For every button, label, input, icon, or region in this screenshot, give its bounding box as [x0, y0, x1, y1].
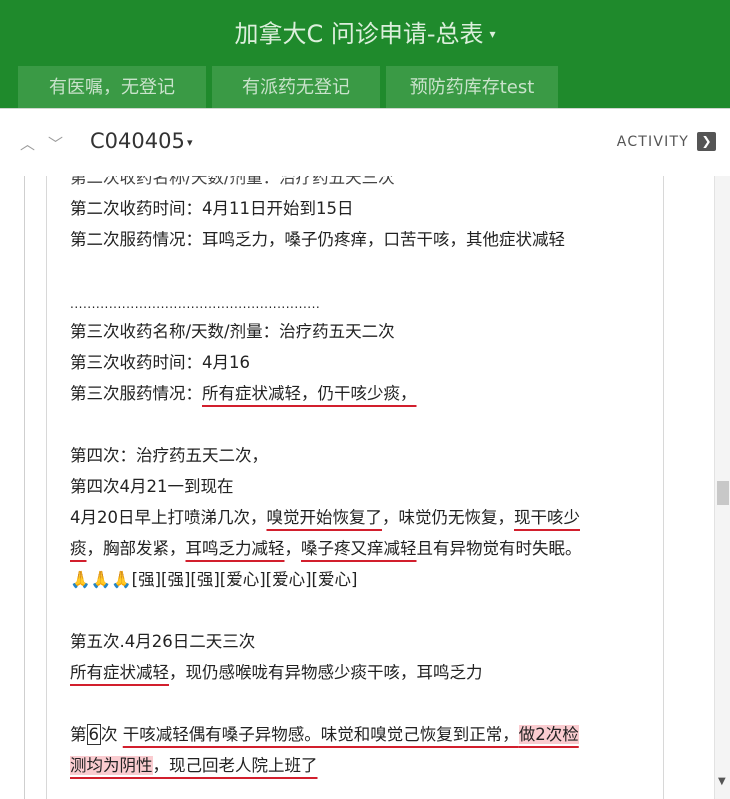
scroll-down-arrow-icon[interactable]: ▼ — [718, 776, 726, 787]
activity-toggle-icon[interactable]: ❯ — [697, 132, 716, 151]
text-line: 第二次收药名称/天数/剂量：治疗药五天三次 — [70, 176, 395, 187]
text-line: 第三次收药名称/天数/剂量：治疗药五天二次 — [70, 322, 395, 341]
text-span: ， — [284, 539, 302, 558]
vertical-scrollbar[interactable]: ▼ — [714, 176, 730, 799]
card-content: 第二次收药名称/天数/剂量：治疗药五天三次 第二次收药时间：4月11日开始到15… — [0, 176, 730, 799]
text-line: 第四次：治疗药五天二次， — [70, 446, 268, 465]
frame-border-inner — [46, 176, 47, 799]
tab-doctor-order-no-register[interactable]: 有医嘱，无登记 — [18, 66, 206, 108]
separator-dots: ........................................… — [70, 297, 321, 311]
chevron-up-icon[interactable]: ︿ — [20, 133, 35, 154]
underlined-text: 所有症状减轻 — [70, 663, 169, 682]
chevron-down-icon[interactable]: ▾ — [490, 27, 496, 41]
text-line: 4月20日早上打喷涕几次，嗅觉开始恢复了，味觉仍无恢复，现干咳少 — [70, 506, 580, 530]
underlined-text: 嗓子疼又痒减轻 — [301, 539, 417, 558]
boxed-number: 6 — [86, 724, 101, 745]
frame-border-right — [663, 176, 664, 799]
chevron-down-icon[interactable]: ﹀ — [48, 133, 63, 154]
frame-border-left — [24, 176, 25, 799]
underlined-text: 嗅觉开始恢复了 — [266, 508, 383, 527]
underlined-text: 干咳减轻偶有嗓子异物感。味觉和嗅觉己恢复到正常， — [122, 725, 519, 744]
board-title-text: 加拿大C 问诊申请-总表 — [234, 20, 484, 48]
card-code-dropdown-icon[interactable]: ▾ — [187, 136, 193, 149]
board-title[interactable]: 加拿大C 问诊申请-总表 ▾ — [0, 14, 730, 49]
underlined-text: 痰 — [70, 539, 87, 558]
pray-emoji-icon: 🙏🙏🙏 — [70, 570, 132, 589]
text-line: 第三次服药情况：所有症状减轻，仍干咳少痰， — [70, 382, 417, 406]
text-span: 4月20日早上打喷涕几次， — [70, 508, 267, 527]
text-span: 第 — [70, 725, 87, 744]
underlined-text: ，现己回老人院上班了 — [152, 756, 318, 775]
tab-dispensed-no-register[interactable]: 有派药无登记 — [212, 66, 380, 108]
card-code[interactable]: C040405 — [90, 129, 185, 153]
text-line: 所有症状减轻，现仍感喉咙有异物感少痰干咳，耳鸣乏力 — [70, 661, 483, 685]
scrollbar-thumb[interactable] — [717, 481, 729, 505]
text-span: 次 — [101, 725, 118, 744]
underlined-text: 所有症状减轻，仍干咳少痰， — [202, 384, 417, 403]
text-span: 且有异物觉有时失眠。 — [416, 539, 582, 558]
tab-bar: 有医嘱，无登记 有派药无登记 预防药库存test — [0, 66, 730, 108]
underlined-text: 现干咳少 — [514, 508, 580, 527]
text-line: 第二次服药情况：耳鸣乏力，嗓子仍疼痒，口苦干咳，其他症状减轻 — [70, 230, 565, 249]
board-header: 加拿大C 问诊申请-总表 ▾ 有医嘱，无登记 有派药无登记 预防药库存test — [0, 0, 730, 108]
tab-prevention-stock[interactable]: 预防药库存test — [386, 66, 558, 108]
text-line: 第6次 干咳减轻偶有嗓子异物感。味觉和嗅觉己恢复到正常，做2次检 — [70, 723, 579, 747]
highlighted-text: 测均为阴性 — [70, 756, 153, 775]
text-span: ，胸部发紧， — [86, 539, 186, 558]
card-toolbar: ︿ ﹀ C040405 ▾ ACTIVITY ❯ — [0, 108, 730, 176]
text-span: ，现仍感喉咙有异物感少痰干咳，耳鸣乏力 — [169, 663, 483, 682]
underlined-text: 耳鸣乏力减轻 — [185, 539, 285, 558]
text-line: 第二次收药时间：4月11日开始到15日 — [70, 199, 354, 218]
text-line: 第五次.4月26日二天三次 — [70, 632, 256, 651]
text-span: 第三次服药情况： — [70, 384, 202, 403]
text-span: [强][强][强][爱心][爱心][爱心] — [131, 570, 358, 589]
text-span: ，味觉仍无恢复， — [382, 508, 514, 527]
text-line: 痰，胸部发紧，耳鸣乏力减轻，嗓子疼又痒减轻且有异物觉有时失眠。 — [70, 537, 582, 561]
activity-label[interactable]: ACTIVITY — [617, 134, 689, 150]
text-line: 🙏🙏🙏[强][强][强][爱心][爱心][爱心] — [70, 568, 357, 592]
highlighted-text: 做2次检 — [518, 725, 579, 744]
text-line: 第四次4月21一到现在 — [70, 477, 234, 496]
text-line: 第三次收药时间：4月16 — [70, 353, 250, 372]
text-line: 测均为阴性，现己回老人院上班了 — [70, 754, 318, 778]
